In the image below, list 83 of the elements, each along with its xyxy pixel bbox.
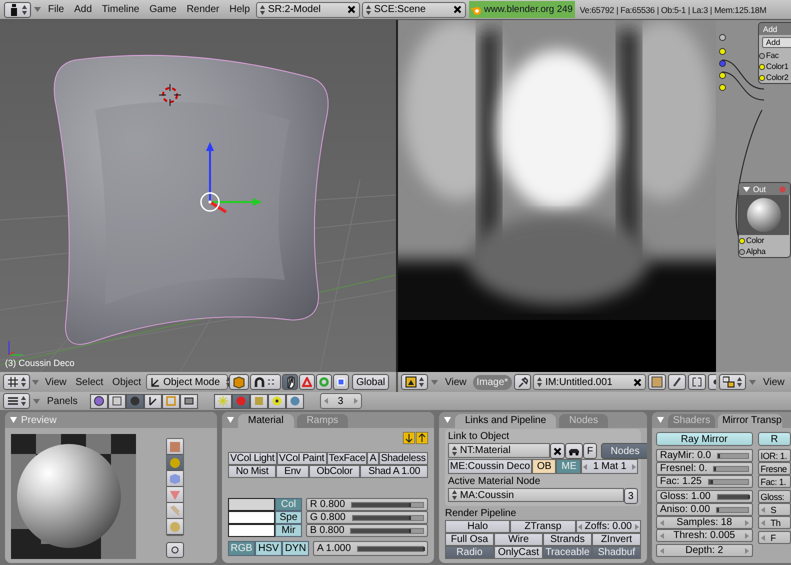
node-title: Add	[759, 23, 791, 35]
menu-item[interactable]: View	[441, 374, 470, 390]
scene-stats: Ve:65792 | Fa:65536 | Ob:5-1 | La:3 | Mem:125.18M	[580, 4, 766, 14]
value-field[interactable]: Fac: 1.	[758, 475, 791, 488]
color-model-button[interactable]: HSV	[255, 541, 282, 556]
socket-label: Color	[746, 236, 764, 245]
section-label: Active Material Node	[448, 475, 542, 488]
image-selector[interactable]: IM:Untitled.001	[533, 374, 646, 390]
node-tree-field[interactable]: NT:Material	[448, 443, 550, 458]
number-field[interactable]: Th	[758, 516, 791, 529]
socket-label: Color2	[766, 73, 788, 82]
toggle-button[interactable]: Strands	[543, 533, 592, 546]
menu-item[interactable]: Image*	[472, 374, 512, 390]
panel-tab[interactable]: Links and Pipeline	[455, 414, 556, 428]
menu-item[interactable]: File	[44, 2, 68, 17]
color-target-button[interactable]: Mir	[275, 524, 302, 537]
node-dropdown[interactable]: Add	[762, 37, 791, 48]
toggle-button[interactable]: Wire	[494, 533, 543, 546]
value-field[interactable]: Gloss:	[758, 490, 791, 503]
menu-item[interactable]: Game	[145, 2, 181, 17]
ray-button[interactable]: Ray Mirror	[656, 432, 753, 446]
color-target-button[interactable]: Spe	[275, 511, 302, 524]
toggle-button[interactable]: ObColor	[308, 465, 360, 478]
value-slider[interactable]: Gloss: 1.00	[656, 490, 753, 503]
section-label: Render Pipeline	[445, 507, 518, 520]
scene-selector[interactable]: SCE:Scene	[362, 2, 466, 18]
mesh-field[interactable]: ME:Coussin Deco	[448, 459, 532, 474]
ray-button[interactable]: R	[758, 432, 791, 446]
toggle-button[interactable]: No Mist	[228, 465, 276, 478]
menu-item[interactable]: Object	[108, 374, 146, 390]
panel-tab[interactable]: Mirror Transp	[718, 414, 782, 428]
toggle-button[interactable]: A	[367, 452, 379, 465]
panel-tab[interactable]: Material	[238, 414, 294, 428]
fake-user-button[interactable]: F	[583, 443, 598, 459]
value-slider[interactable]: Aniso: 0.00	[656, 503, 753, 516]
value-slider[interactable]: RayMir: 0.0	[656, 449, 753, 462]
screen-selector[interactable]: SR:2-Model	[256, 2, 360, 18]
menu-item[interactable]: Add	[70, 2, 96, 17]
value-slider[interactable]: Fac: 1.25	[656, 475, 753, 488]
object-label: (3) Coussin Deco	[5, 358, 75, 368]
toggle-button[interactable]: Shadbuf	[592, 546, 641, 559]
color-model-button[interactable]: DYN	[282, 541, 309, 556]
panels-menu[interactable]: Panels	[43, 394, 82, 408]
material-field[interactable]: MA:Coussin	[448, 488, 624, 502]
color-slider[interactable]: R 0.800	[306, 498, 428, 511]
toggle-button[interactable]: TexFace	[326, 452, 368, 465]
toggle-button[interactable]: VCol Paint	[276, 452, 327, 465]
menu-item[interactable]: View	[41, 374, 70, 390]
version-badge: www.blender.org 249	[468, 1, 575, 18]
panel-title: Preview	[21, 414, 57, 426]
section-label: Link to Object	[448, 430, 510, 443]
value-field[interactable]: IOR: 1.	[758, 449, 791, 462]
orientation-dropdown[interactable]: Global	[352, 374, 390, 390]
users-count: 3	[624, 488, 638, 504]
number-field[interactable]: F	[758, 531, 791, 544]
toggle-button[interactable]: VCol Light	[228, 452, 277, 465]
link-mode-button[interactable]: OB	[532, 459, 556, 474]
toggle-button[interactable]: Halo	[445, 520, 510, 533]
menu-item[interactable]: Timeline	[98, 2, 144, 17]
toggle-button[interactable]: Traceable	[543, 546, 592, 559]
toggle-button[interactable]: ZTransp	[510, 520, 576, 533]
color-slider[interactable]: G 0.800	[306, 511, 428, 524]
menu-item[interactable]: Render	[182, 2, 224, 17]
toggle-button[interactable]: Full Osa	[445, 533, 494, 546]
mode-dropdown[interactable]: Object Mode	[146, 374, 228, 390]
menu-item[interactable]: Help	[225, 2, 254, 17]
toggle-button[interactable]: Shad A 1.00	[360, 465, 428, 478]
socket-label: Color1	[766, 62, 788, 71]
toggle-button[interactable]: ZInvert	[592, 533, 641, 546]
toggle-button[interactable]: Env	[276, 465, 309, 478]
toggle-button[interactable]: Shadeless	[378, 452, 428, 465]
socket-label: Alpha	[746, 247, 766, 256]
number-field[interactable]: S	[758, 503, 791, 516]
toggle-button[interactable]: OnlyCast	[494, 546, 543, 559]
menu-item[interactable]: Select	[72, 374, 108, 390]
socket-label: Fac	[766, 51, 779, 60]
value-slider[interactable]: Fresnel: 0.	[656, 462, 753, 475]
color-slider[interactable]: B 0.800	[306, 524, 428, 537]
value-field[interactable]: Fresne	[758, 462, 791, 475]
nodes-button[interactable]: Nodes	[601, 443, 647, 459]
toggle-button[interactable]: Radio	[445, 546, 494, 559]
node-title: Out	[753, 184, 766, 194]
alpha-slider[interactable]: A 1.000	[313, 541, 428, 556]
